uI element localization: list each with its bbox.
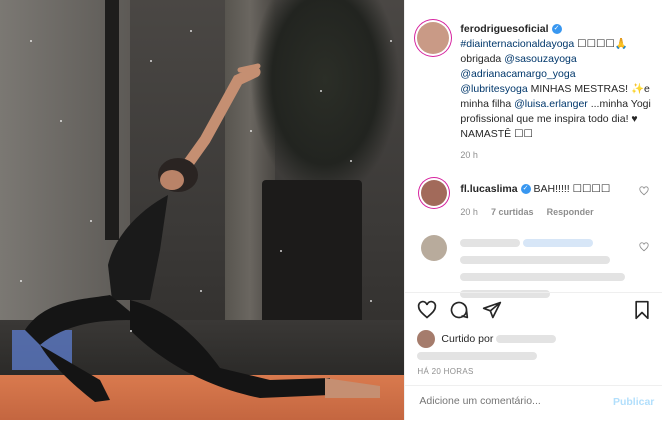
caption-time[interactable]: 20 h [460,150,478,160]
caption-mention-1[interactable]: @sasouzayoga [504,53,577,65]
liked-by-label: Curtido por [441,333,494,345]
comment-reply[interactable]: Responder [547,207,594,217]
verified-badge-icon: ✓ [551,24,562,35]
verified-badge-icon: ✓ [520,184,531,195]
comment-icon[interactable] [449,300,469,320]
caption-hashtag[interactable]: #diainternacionaldayoga [460,38,574,50]
publish-button[interactable]: Publicar [613,396,654,408]
blurred-mention [523,239,594,247]
yoga-figure [25,63,380,402]
comment-author[interactable]: fl.lucaslima [460,183,517,195]
comment-text: BAH!!!!! ☐☐☐☐ [533,183,611,195]
caption-emoji: ☐☐☐☐🙏 [577,38,628,50]
add-comment-bar: Publicar [405,385,662,421]
author-avatar[interactable] [417,22,450,54]
post-caption: ferodriguesoficial ✓ #diainternacionalday… [460,22,658,142]
heart-icon[interactable] [417,300,437,320]
comment-avatar-2[interactable] [421,235,448,261]
bookmark-icon[interactable] [633,300,651,320]
comment-time[interactable]: 20 h [460,207,478,217]
post-timestamp[interactable]: HÁ 20 HORAS [417,367,473,376]
share-icon[interactable] [482,300,502,320]
comment-avatar[interactable] [421,180,448,206]
post-sidebar: ferodriguesoficial ✓ #diainternacionalday… [404,0,662,420]
caption-text-1: obrigada [460,53,502,65]
blurred-username [460,239,521,247]
instagram-post: ferodriguesoficial ✓ #diainternacionalday… [0,0,662,420]
comment-meta: 20 h 7 curtidas Responder [460,206,593,218]
caption-mention-2[interactable]: @adrianacamargo_yoga [460,68,575,80]
liker-avatar[interactable] [417,330,436,348]
blurred-line [460,273,626,281]
caption-mention-3[interactable]: @lubritesyoga [460,83,527,95]
comment-likes[interactable]: 7 curtidas [491,207,534,217]
liked-by: Curtido por [441,333,557,345]
comment-input[interactable] [417,394,602,408]
blurred-likes [417,352,538,360]
comment-item: fl.lucaslima ✓ BAH!!!!! ☐☐☐☐ [460,183,610,195]
blurred-line [460,256,611,264]
author-username[interactable]: ferodriguesoficial [460,23,548,35]
blurred-liker[interactable] [496,335,557,344]
divider [405,292,662,293]
comment-like-icon[interactable] [639,242,649,252]
caption-mention-4[interactable]: @luisa.erlanger [514,98,588,110]
post-photo[interactable] [0,0,405,420]
comment-like-icon[interactable] [639,186,649,196]
